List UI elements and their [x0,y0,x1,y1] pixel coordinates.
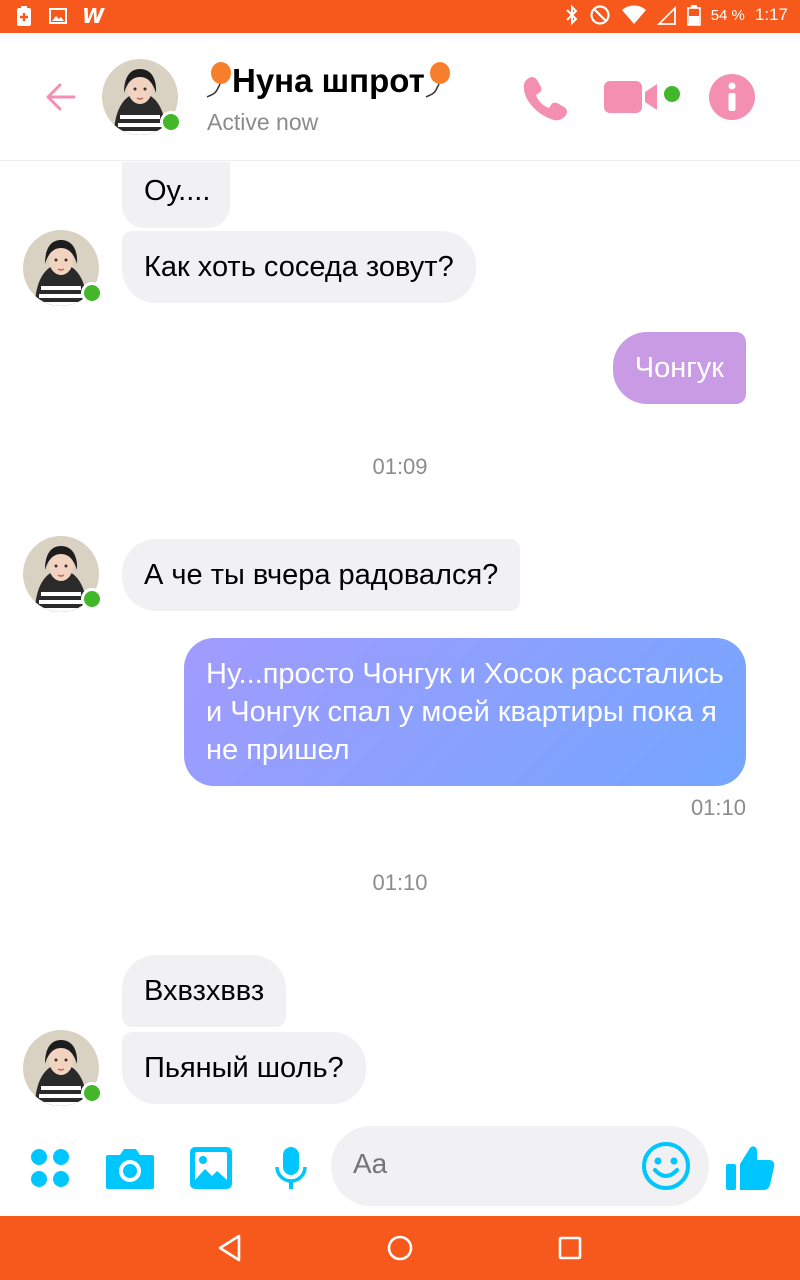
apps-button[interactable] [22,1140,78,1196]
do-not-disturb-icon [590,5,610,25]
message-bubble-incoming[interactable]: А че ты вчера радовался? [122,539,521,611]
battery-percentage: 54 % [710,6,745,24]
message-bubble-outgoing[interactable]: Чонгук [612,332,746,404]
wifi-icon [621,5,646,24]
video-camera-icon [604,81,680,113]
online-indicator [160,111,182,133]
back-triangle-icon [218,1234,241,1262]
contact-name-row[interactable]: Нуна шпрот [206,61,451,101]
nav-home-button[interactable] [380,1228,420,1268]
video-call-button[interactable] [604,69,684,125]
voice-message-button[interactable] [263,1140,319,1196]
status-bar-notifications: W [14,4,104,28]
nav-recents-button[interactable] [550,1228,590,1268]
info-button[interactable] [706,69,758,125]
message-composer [0,1120,800,1216]
message-list[interactable]: Оу.... Как хоть соседа зовут? Чонгук 01:… [0,162,800,1120]
balloon-icon [425,62,450,98]
home-circle-icon [387,1235,413,1261]
camera-button[interactable] [102,1140,158,1196]
message-bubble-outgoing[interactable]: Ну...просто Чонгук и Хосок расстались и … [184,638,746,786]
message-bubble-incoming[interactable]: Как хоть соседа зовут? [122,231,476,303]
conversation-header: Нуна шпрот Active now [0,33,800,161]
microphone-icon [275,1147,307,1189]
nav-back-button[interactable] [210,1228,250,1268]
message-bubble-incoming[interactable]: Оу.... [122,162,231,228]
online-indicator [81,588,103,610]
presence-status: Active now [207,109,319,135]
bluetooth-icon [565,4,578,26]
contact-avatar[interactable] [102,59,182,135]
battery-icon [686,5,701,26]
gallery-icon [190,1147,232,1189]
sender-avatar[interactable] [23,536,103,612]
info-icon [709,74,755,120]
message-sent-time: 01:10 [690,795,746,820]
navigation-bar [0,1216,800,1280]
back-arrow-icon[interactable] [40,77,80,117]
contact-name: Нуна шпрот [232,62,425,99]
like-button[interactable] [720,1140,780,1196]
wattpad-icon: W [82,4,105,28]
timestamp-divider: 01:10 [372,870,428,895]
battery-saver-icon [17,6,31,26]
sender-avatar[interactable] [23,1030,103,1106]
gallery-button[interactable] [183,1140,239,1196]
timestamp-divider: 01:09 [372,454,428,479]
phone-icon [523,76,568,121]
thumbs-up-icon [726,1146,775,1190]
message-bubble-incoming[interactable]: Пьяный шоль? [122,1032,366,1104]
voice-call-button[interactable] [516,69,572,125]
clock: 1:17 [754,5,788,24]
apps-icon [31,1149,69,1187]
message-input[interactable] [353,1148,633,1180]
balloon-icon [206,62,231,98]
signal-icon [656,5,676,25]
status-bar: W 54 % 1:17 [0,0,800,33]
sender-avatar[interactable] [23,230,103,306]
status-bar-system: 54 % 1:17 [565,4,788,26]
online-indicator [81,1082,103,1104]
image-icon [49,8,67,24]
message-input-container[interactable] [331,1126,709,1206]
emoji-icon[interactable] [641,1141,691,1191]
message-bubble-incoming[interactable]: Вхвзхввз [122,955,287,1027]
camera-icon [106,1149,154,1189]
recents-square-icon [558,1236,582,1260]
online-indicator [81,282,103,304]
